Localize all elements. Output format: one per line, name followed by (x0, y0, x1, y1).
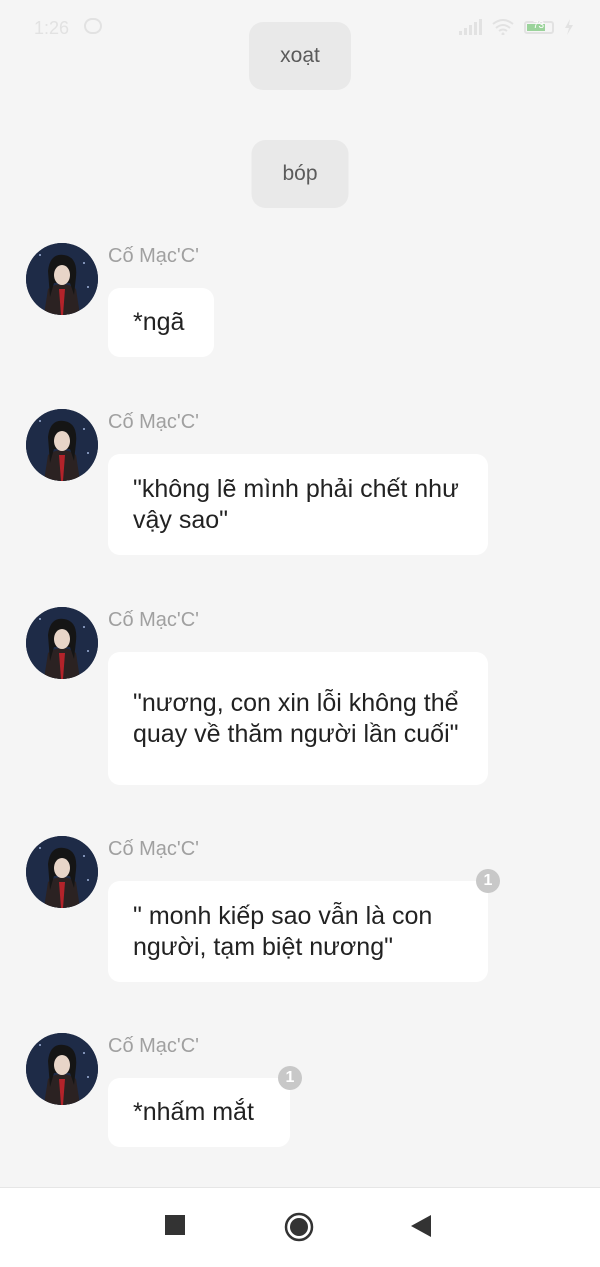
unread-badge: 1 (278, 1066, 302, 1090)
message-text: xoạt (280, 44, 320, 67)
self-message[interactable]: xoạt (249, 22, 351, 90)
message-text: "không lẽ mình phải chết như vậy sao" (133, 474, 459, 534)
message-bubble[interactable]: "không lẽ mình phải chết như vậy sao" (108, 454, 488, 555)
recents-icon (165, 1215, 185, 1235)
status-icons: 73 (459, 19, 574, 35)
sender-name: Cố Mạc'C' (108, 245, 199, 267)
unread-badge: 1 (476, 869, 500, 893)
message-row: Cố Mạc'C' "nương, con xin lỗi không thể … (0, 607, 600, 787)
avatar[interactable] (26, 243, 98, 315)
message-bubble[interactable]: *ngã (108, 288, 214, 357)
message-text: bóp (282, 162, 318, 185)
recents-button[interactable] (164, 1214, 186, 1241)
avatar[interactable] (26, 607, 98, 679)
back-icon (411, 1215, 431, 1237)
home-icon (284, 1212, 314, 1242)
avatar[interactable] (26, 1033, 98, 1105)
message-bubble[interactable]: *nhấm mắt (108, 1078, 290, 1147)
message-text: *nhấm mắt (133, 1098, 254, 1126)
sender-name: Cố Mạc'C' (108, 1035, 199, 1057)
message-row: Cố Mạc'C' *nhấm mắt 1 (0, 1033, 600, 1149)
avatar[interactable] (26, 409, 98, 481)
wifi-icon (492, 19, 514, 35)
message-text: " monh kiếp sao vẫn là con người, tạm bi… (133, 901, 433, 961)
self-message[interactable]: bóp (251, 140, 349, 208)
status-time: 1:26 (34, 18, 70, 38)
message-bubble[interactable]: " monh kiếp sao vẫn là con người, tạm bi… (108, 881, 488, 982)
chat-screen: 1:26 73 xoạt bóp Cố Mạc'C' *ngã Cố Mạc'C… (0, 0, 600, 1267)
home-button[interactable] (284, 1212, 314, 1247)
message-row: Cố Mạc'C' " monh kiếp sao vẫn là con ngư… (0, 836, 600, 984)
message-text: "nương, con xin lỗi không thể quay về th… (133, 688, 459, 748)
avatar[interactable] (26, 836, 98, 908)
message-row: Cố Mạc'C' "không lẽ mình phải chết như v… (0, 409, 600, 557)
battery-level: 73 (533, 19, 545, 31)
message-row: Cố Mạc'C' *ngã (0, 243, 600, 359)
battery-icon: 73 (524, 19, 554, 34)
sender-name: Cố Mạc'C' (108, 838, 199, 860)
message-text: *ngã (133, 308, 185, 336)
charging-icon (565, 19, 573, 35)
back-button[interactable] (410, 1214, 432, 1243)
signal-icon (459, 19, 482, 35)
message-bubble[interactable]: "nương, con xin lỗi không thể quay về th… (108, 652, 488, 785)
sender-name: Cố Mạc'C' (108, 411, 199, 433)
notification-icon (84, 18, 102, 34)
sender-name: Cố Mạc'C' (108, 609, 199, 631)
navigation-bar (0, 1187, 600, 1267)
